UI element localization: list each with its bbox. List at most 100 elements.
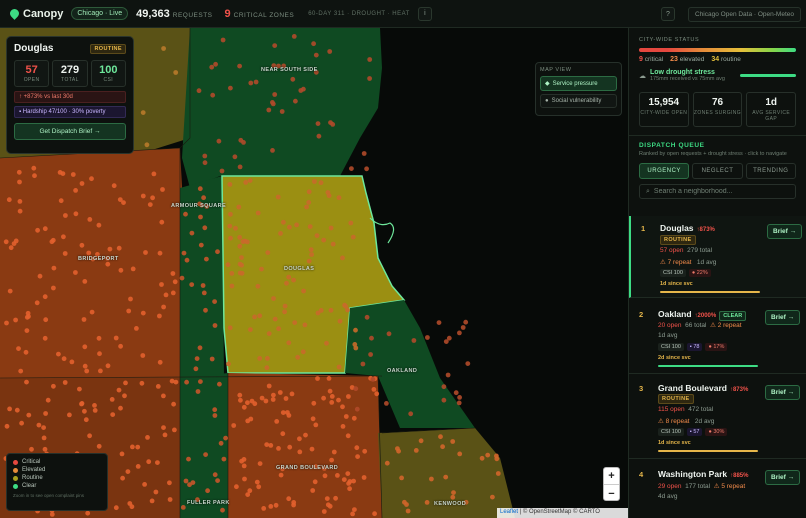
leaflet-link[interactable]: Leaflet	[500, 509, 518, 515]
complaint-pin	[333, 495, 338, 501]
tab-urgency[interactable]: URGENCY	[639, 163, 690, 179]
complaint-pin	[282, 303, 288, 309]
card-zones-surging: 76 ZONES SURGING	[692, 92, 743, 127]
tab-trending[interactable]: TRENDING	[745, 163, 796, 179]
queue-item-washington-park[interactable]: 4 Washington Park ↑885% Brief → 29 open 1…	[629, 460, 806, 518]
complaint-pin	[193, 366, 199, 372]
complaint-pin	[219, 168, 225, 174]
popup-total-value: 279	[60, 64, 80, 76]
complaint-pin	[272, 92, 278, 97]
complaint-pin	[248, 327, 253, 332]
complaint-pin	[330, 241, 336, 247]
complaint-pin	[352, 507, 357, 512]
complaint-pin	[270, 148, 275, 153]
get-dispatch-brief-button[interactable]: Get Dispatch Brief →	[14, 123, 126, 140]
complaint-pin	[286, 340, 292, 346]
social-vulnerability-button[interactable]: ● Social vulnerability	[540, 94, 617, 108]
complaint-pin	[183, 478, 189, 484]
complaint-pin	[85, 510, 91, 516]
complaint-pin	[140, 310, 146, 316]
complaint-pin	[331, 449, 337, 455]
queue-item-grand-boulevard[interactable]: 3 Grand Boulevard ↑873% Brief → ROUTINE 1…	[629, 375, 806, 459]
city-live-pill[interactable]: Chicago · Live	[71, 7, 129, 20]
complaint-pin	[253, 79, 259, 85]
complaint-pin	[179, 275, 185, 281]
complaint-pin	[292, 320, 298, 325]
complaint-pin	[172, 427, 177, 433]
complaint-pin	[220, 37, 226, 43]
complaint-pin	[79, 242, 85, 248]
complaint-pin	[457, 451, 463, 457]
complaint-pin	[450, 439, 456, 444]
complaint-pin	[203, 307, 208, 313]
complaint-pin	[127, 501, 133, 506]
complaint-pin	[142, 482, 148, 487]
complaint-pin	[145, 435, 150, 440]
complaint-pin	[130, 444, 135, 450]
complaint-pin	[321, 509, 327, 514]
complaint-pin	[157, 359, 163, 365]
complaint-pin	[424, 500, 430, 505]
complaint-pin	[306, 258, 312, 264]
card-value: 15,954	[648, 97, 680, 108]
brief-button[interactable]: Brief →	[765, 385, 801, 400]
complaint-pin	[107, 246, 113, 252]
complaint-pin	[228, 211, 233, 217]
complaint-pin	[204, 256, 209, 262]
complaint-pin	[252, 401, 258, 407]
complaint-pin	[328, 225, 334, 231]
complaint-pin	[328, 307, 334, 313]
complaint-pin	[233, 225, 238, 231]
complaint-pin	[49, 512, 55, 517]
popup-status-tag: ROUTINE	[90, 43, 126, 54]
tab-neglect[interactable]: NEGLECT	[692, 163, 743, 179]
complaint-pin	[351, 415, 357, 421]
service-pressure-button[interactable]: ◆ Service pressure	[540, 76, 617, 91]
card-value: 76	[711, 97, 724, 108]
complaint-pin	[34, 300, 40, 306]
zoom-out-button[interactable]: −	[604, 485, 619, 502]
complaint-pin	[309, 252, 314, 257]
popup-hardship-text: Hardship 47/100 · 30% poverty	[22, 109, 106, 115]
zoom-in-button[interactable]: +	[604, 468, 619, 485]
complaint-pin	[84, 368, 90, 374]
popup-open-value: 57	[25, 64, 38, 76]
complaint-pin	[125, 469, 131, 474]
popup-stat-csi: 100 CSI	[90, 60, 126, 87]
brief-button[interactable]: Brief →	[765, 470, 801, 485]
neighborhood-popup: Douglas ROUTINE 57 OPEN 279 TOTAL 100 CS…	[6, 36, 134, 154]
complaint-pin	[7, 288, 13, 294]
complaint-pin	[303, 432, 308, 438]
brand[interactable]: Canopy	[8, 7, 63, 20]
queue-item-oakland[interactable]: 2 Oakland ↑2000% CLEAR Brief → 20 open 66 …	[629, 299, 806, 374]
complaint-pin	[82, 408, 87, 414]
brief-button[interactable]: Brief →	[765, 310, 801, 325]
label-near-south-side: NEAR SOUTH SIDE	[261, 67, 318, 73]
complaint-pin	[345, 433, 351, 439]
help-icon[interactable]: ?	[661, 7, 675, 21]
complaint-pin	[118, 267, 124, 273]
complaint-pin	[73, 270, 78, 275]
map[interactable]: NEAR SOUTH SIDE ARMOUR SQUARE BRIDGEPORT…	[0, 28, 628, 518]
vulnerability-badge: ▪ 78	[686, 343, 703, 351]
complaint-pin	[225, 262, 231, 268]
complaint-pin	[248, 416, 254, 422]
queue-name: Oakland ↑2000% CLEAR	[658, 309, 747, 321]
complaint-pin	[245, 400, 250, 406]
complaint-pin	[81, 317, 87, 322]
complaint-pin	[8, 245, 14, 251]
complaint-pin	[31, 165, 37, 171]
queue-tabs: URGENCY NEGLECT TRENDING	[639, 163, 796, 179]
complaint-pin	[13, 317, 18, 323]
info-icon[interactable]: i	[417, 6, 432, 21]
complaint-pin	[105, 261, 111, 267]
data-source[interactable]: Chicago Open Data · Open-Meteo	[688, 7, 801, 22]
queue-counts: 57 open 279 total	[660, 247, 713, 254]
complaint-pin	[291, 34, 297, 39]
brief-button[interactable]: Brief →	[767, 224, 803, 239]
queue-item-douglas[interactable]: 1 Douglas ↑873% Brief → ROUTINE 57 open 2…	[629, 216, 806, 298]
search-input[interactable]	[653, 188, 789, 195]
complaint-pin	[184, 257, 190, 263]
complaint-pin	[443, 339, 449, 344]
complaint-pin	[159, 219, 165, 225]
